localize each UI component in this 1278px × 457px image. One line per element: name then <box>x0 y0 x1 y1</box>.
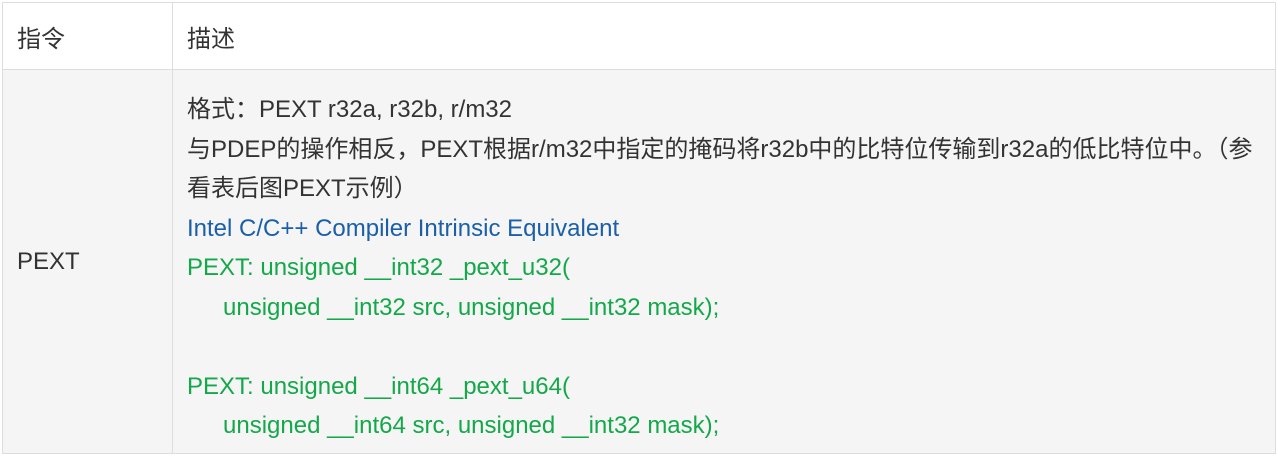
instruction-name: PEXT <box>3 70 173 453</box>
code-line-3: PEXT: unsigned __int64 _pext_u64( <box>187 372 570 400</box>
format-line: 格式：PEXT r32a, r32b, r/m32 <box>187 96 513 123</box>
instruction-description: 格式：PEXT r32a, r32b, r/m32 与PDEP的操作相反，PEX… <box>173 70 1275 453</box>
table-header-row: 指令 描述 <box>3 3 1275 70</box>
code-line-2: unsigned __int32 src, unsigned __int32 m… <box>223 293 720 321</box>
header-instruction: 指令 <box>3 3 173 69</box>
table-row: PEXT 格式：PEXT r32a, r32b, r/m32 与PDEP的操作相… <box>3 70 1275 453</box>
header-description: 描述 <box>187 25 235 53</box>
code-line-1: PEXT: unsigned __int32 _pext_u32( <box>187 254 570 281</box>
intrinsic-heading: Intel C/C++ Compiler Intrinsic Equivalen… <box>187 214 620 242</box>
code-line-4: unsigned __int64 src, unsigned __int32 m… <box>223 412 720 439</box>
description-text: 与PDEP的操作相反，PEXT根据r/m32中指定的掩码将r32b中的比特位传输… <box>187 135 1253 203</box>
instruction-table: 指令 描述 PEXT 格式：PEXT r32a, r32b, r/m32 与PD… <box>2 2 1276 454</box>
